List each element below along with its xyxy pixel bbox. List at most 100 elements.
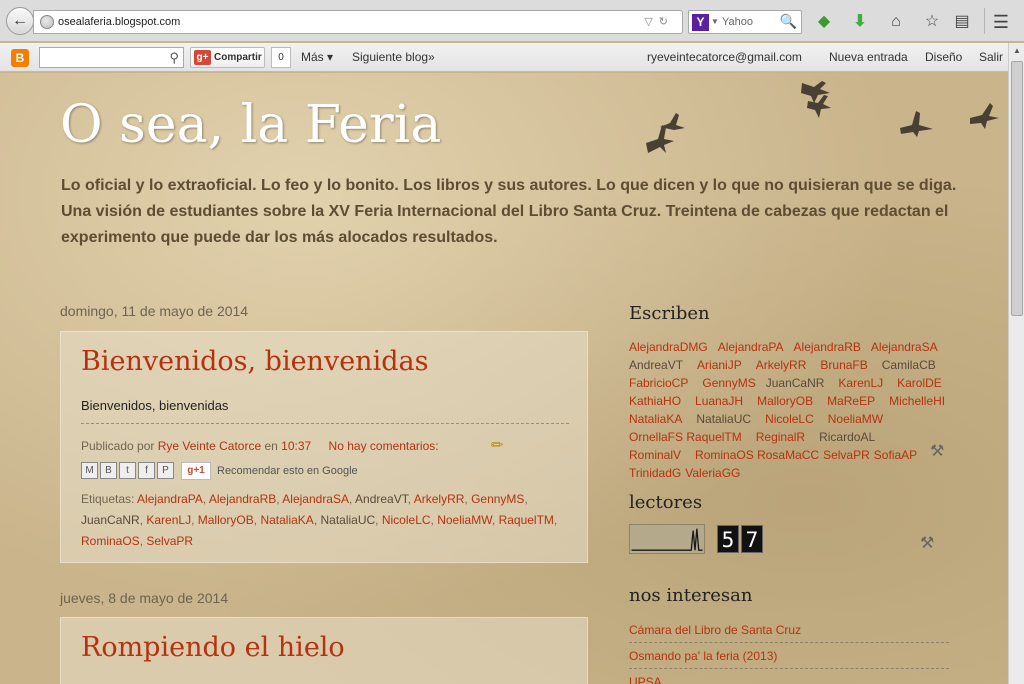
back-button[interactable]: ← [6, 7, 34, 35]
search-input[interactable]: Yahoo [722, 16, 753, 28]
url-bar[interactable]: osealaferia.blogspot.com ▽↻ [33, 10, 683, 34]
blog-title[interactable]: O sea, la Feria [60, 95, 441, 155]
label-link[interactable]: AlejandraRB [209, 492, 276, 506]
twitter-share-icon[interactable]: t [119, 462, 136, 479]
addon-diamond-icon[interactable]: ◆ [813, 11, 835, 33]
blogger-logo-icon[interactable]: B [11, 49, 29, 67]
writer-link[interactable]: NoeliaMW [828, 410, 883, 428]
url-dropdown-icon[interactable]: ▽↻ [644, 15, 674, 28]
writer-link[interactable]: RosaMaCC [757, 446, 819, 464]
label-link[interactable]: NataliaKA [260, 513, 313, 527]
label-link[interactable]: MalloryOB [198, 513, 254, 527]
writer-link[interactable]: NicoleLC [765, 410, 814, 428]
writer-link[interactable]: CamilaCB [882, 356, 936, 374]
writer-link[interactable]: NataliaUC [696, 410, 751, 428]
writer-link[interactable]: LuanaJH [695, 392, 743, 410]
writer-link[interactable]: RominaOS [695, 446, 754, 464]
hamburger-icon[interactable]: ☰ [990, 11, 1012, 33]
label-link[interactable]: SelvaPR [146, 534, 193, 548]
writer-link[interactable]: BrunaFB [820, 356, 867, 374]
author-link[interactable]: Rye Veinte Catorce [158, 439, 261, 453]
next-blog-link[interactable]: Siguiente blog» [352, 50, 435, 64]
post-card: Rompiendo el hielo [60, 617, 588, 684]
writer-link[interactable]: MaReEP [827, 392, 875, 410]
more-menu[interactable]: Más ▾ [301, 50, 333, 64]
comments-link[interactable]: No hay comentarios: [329, 439, 439, 453]
writer-link[interactable]: KathiaHO [629, 392, 681, 410]
writer-link[interactable]: OrnellaFS [629, 428, 683, 446]
blogthis-share-icon[interactable]: B [100, 462, 117, 479]
magnifier-icon[interactable]: 🔍 [780, 13, 797, 30]
writer-link[interactable]: ArianiJP [697, 356, 742, 374]
edit-widget-tools-icon[interactable]: ⚒ [930, 441, 944, 461]
writer-link[interactable]: FabricioCP [629, 374, 688, 392]
gplus-one-button[interactable]: g+1 [181, 462, 211, 480]
label-link[interactable]: JuanCaNR [81, 513, 140, 527]
writer-link[interactable]: SelvaPR [823, 446, 870, 464]
writer-link[interactable]: NataliaKA [629, 410, 682, 428]
facebook-share-icon[interactable]: f [138, 462, 155, 479]
account-email[interactable]: ryeveintecatorce@gmail.com [647, 50, 802, 64]
edit-pencil-icon[interactable]: ✏ [491, 436, 504, 454]
writer-link[interactable]: AndreaVT [629, 356, 683, 374]
scroll-thumb[interactable] [1011, 61, 1023, 316]
label-link[interactable]: GennyMS [471, 492, 524, 506]
pinterest-share-icon[interactable]: P [157, 462, 174, 479]
new-post-link[interactable]: Nueva entrada [829, 50, 908, 64]
gplus-share-button[interactable]: g+ Compartir [190, 47, 265, 68]
counter-digit: 7 [741, 525, 763, 553]
label-link[interactable]: KarenLJ [146, 513, 191, 527]
yahoo-logo-icon[interactable]: Y [692, 14, 709, 31]
interest-link[interactable]: UPSA [629, 669, 949, 684]
label-link[interactable]: AlejandraPA [137, 492, 203, 506]
edit-widget-tools-icon[interactable]: ⚒ [920, 533, 934, 553]
label-link[interactable]: RominaOS [81, 534, 140, 548]
search-engine-dropdown-icon[interactable]: ▼ [711, 17, 719, 26]
design-link[interactable]: Diseño [925, 50, 962, 64]
search-icon[interactable]: ⚲ [169, 50, 179, 66]
label-link[interactable]: AndreaVT [355, 492, 408, 506]
writer-link[interactable]: TrinidadG [629, 464, 681, 482]
writer-link[interactable]: KarenLJ [838, 374, 883, 392]
writer-link[interactable]: ArkelyRR [756, 356, 807, 374]
writer-link[interactable]: RicardoAL [819, 428, 875, 446]
search-bar[interactable]: Y ▼ Yahoo 🔍 [688, 10, 802, 34]
label-link[interactable]: NataliaUC [320, 513, 375, 527]
post-time-link[interactable]: 10:37 [281, 439, 311, 453]
writer-link[interactable]: GennyMS [702, 374, 755, 392]
reading-list-icon[interactable]: ▤ [951, 11, 973, 33]
writer-link[interactable]: ValeriaGG [685, 464, 740, 482]
writer-link[interactable]: JuanCaNR [766, 374, 825, 392]
star-icon[interactable]: ☆ [921, 11, 943, 33]
label-link[interactable]: AlejandraSA [282, 492, 349, 506]
label-link[interactable]: RaquelTM [499, 513, 554, 527]
writer-link[interactable]: MichelleHI [889, 392, 945, 410]
writer-link[interactable]: AlejandraRB [794, 338, 861, 356]
browser-toolbar: ← osealaferia.blogspot.com ▽↻ Y ▼ Yahoo … [0, 0, 1024, 42]
download-arrow-icon[interactable]: ⬇ [849, 11, 871, 33]
home-icon[interactable]: ⌂ [885, 11, 907, 33]
writer-link[interactable]: RaquelTM [686, 428, 741, 446]
blog-search-input[interactable]: ⚲ [39, 47, 184, 68]
interest-link[interactable]: Cámara del Libro de Santa Cruz [629, 617, 949, 643]
writer-link[interactable]: KarolDE [897, 374, 942, 392]
post-title[interactable]: Bienvenidos, bienvenidas [81, 346, 428, 377]
writer-link[interactable]: AlejandraPA [718, 338, 784, 356]
writer-link[interactable]: AlejandraDMG [629, 338, 708, 356]
writers-heading: Escriben [629, 303, 710, 324]
writer-link[interactable]: ReginalR [756, 428, 805, 446]
scroll-up-arrow-icon[interactable]: ▲ [1009, 43, 1024, 59]
scrollbar[interactable]: ▲ [1008, 43, 1024, 684]
share-count: 0 [271, 47, 291, 68]
writer-link[interactable]: MalloryOB [757, 392, 813, 410]
email-share-icon[interactable]: M [81, 462, 98, 479]
writer-link[interactable]: RominalV [629, 446, 681, 464]
writer-link[interactable]: SofiaAP [874, 446, 917, 464]
interest-link[interactable]: Osmando pa' la feria (2013) [629, 643, 949, 669]
post-title[interactable]: Rompiendo el hielo [81, 632, 345, 663]
label-link[interactable]: NicoleLC [382, 513, 431, 527]
label-link[interactable]: NoeliaMW [437, 513, 492, 527]
logout-link[interactable]: Salir [979, 50, 1003, 64]
label-link[interactable]: ArkelyRR [414, 492, 465, 506]
writer-link[interactable]: AlejandraSA [871, 338, 938, 356]
